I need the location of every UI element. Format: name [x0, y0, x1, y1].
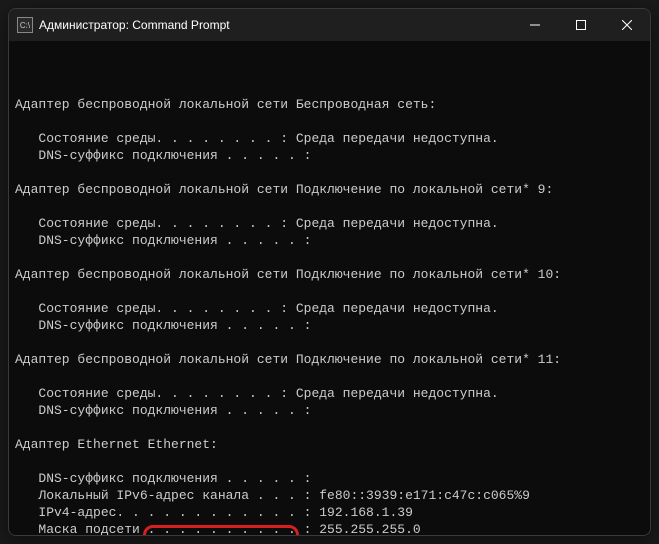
- terminal-output[interactable]: Адаптер беспроводной локальной сети Бесп…: [9, 41, 650, 535]
- minimize-button[interactable]: [512, 9, 558, 41]
- close-icon: [622, 20, 632, 30]
- terminal-line: [15, 453, 644, 470]
- maximize-button[interactable]: [558, 9, 604, 41]
- cmd-icon: C:\: [17, 17, 33, 33]
- terminal-line: Адаптер беспроводной локальной сети Бесп…: [15, 96, 644, 113]
- command-prompt-window: C:\ Администратор: Command Prompt Адапте…: [8, 8, 651, 536]
- terminal-line: IPv4-адрес. . . . . . . . . . . . : 192.…: [15, 504, 644, 521]
- terminal-line: DNS-суффикс подключения . . . . . :: [15, 402, 644, 419]
- terminal-line: [15, 334, 644, 351]
- maximize-icon: [576, 20, 586, 30]
- terminal-line: Состояние среды. . . . . . . . : Среда п…: [15, 215, 644, 232]
- terminal-line: [15, 283, 644, 300]
- terminal-line: [15, 113, 644, 130]
- terminal-line: DNS-суффикс подключения . . . . . :: [15, 317, 644, 334]
- terminal-line: DNS-суффикс подключения . . . . . :: [15, 147, 644, 164]
- terminal-line: Адаптер беспроводной локальной сети Подк…: [15, 351, 644, 368]
- terminal-line: [15, 164, 644, 181]
- close-button[interactable]: [604, 9, 650, 41]
- window-title: Администратор: Command Prompt: [39, 18, 512, 32]
- terminal-line: Состояние среды. . . . . . . . : Среда п…: [15, 130, 644, 147]
- minimize-icon: [530, 20, 540, 30]
- titlebar[interactable]: C:\ Администратор: Command Prompt: [9, 9, 650, 41]
- terminal-line: DNS-суффикс подключения . . . . . :: [15, 470, 644, 487]
- terminal-line: Адаптер беспроводной локальной сети Подк…: [15, 266, 644, 283]
- terminal-line: [15, 79, 644, 96]
- terminal-line: Локальный IPv6-адрес канала . . . : fe80…: [15, 487, 644, 504]
- terminal-line: DNS-суффикс подключения . . . . . :: [15, 232, 644, 249]
- terminal-line: Адаптер Ethernet Ethernet:: [15, 436, 644, 453]
- window-controls: [512, 9, 650, 41]
- terminal-line: Маска подсети . . . . . . . . . . : 255.…: [15, 521, 644, 535]
- terminal-line: [15, 249, 644, 266]
- terminal-line: Состояние среды. . . . . . . . : Среда п…: [15, 385, 644, 402]
- terminal-line: Состояние среды. . . . . . . . : Среда п…: [15, 300, 644, 317]
- terminal-line: [15, 419, 644, 436]
- terminal-line: [15, 198, 644, 215]
- terminal-line: Адаптер беспроводной локальной сети Подк…: [15, 181, 644, 198]
- terminal-line: [15, 368, 644, 385]
